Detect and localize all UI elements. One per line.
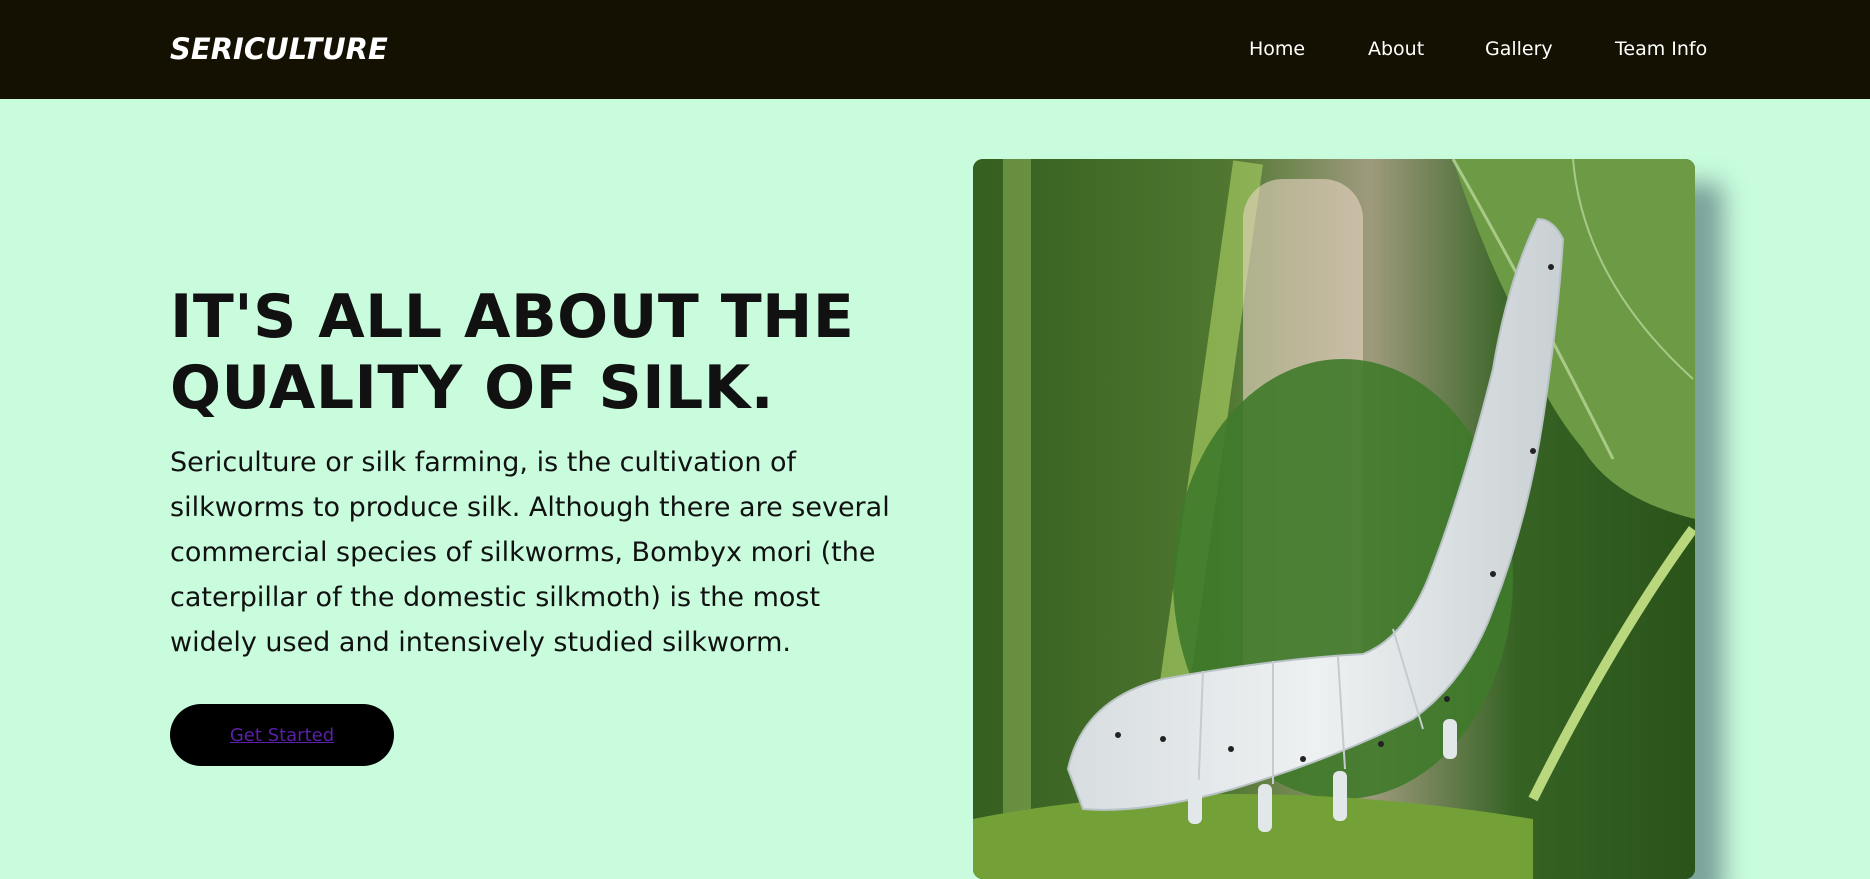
- brand-logo[interactable]: SERICULTURE: [170, 32, 388, 66]
- hero-description: Sericulture or silk farming, is the cult…: [170, 440, 910, 665]
- hero-title: IT'S ALL ABOUT THE QUALITY OF SILK.: [170, 282, 930, 424]
- hero-description-line: commercial species of silkworms, Bombyx …: [170, 537, 876, 568]
- navbar: SERICULTURE Home About Gallery Team Info: [0, 0, 1870, 99]
- nav-link-home[interactable]: Home: [1249, 38, 1305, 60]
- get-started-button[interactable]: Get Started: [170, 704, 394, 766]
- silkworm-illustration: [973, 159, 1695, 879]
- hero-description-line: silkworms to produce silk. Although ther…: [170, 492, 890, 523]
- nav-link-about[interactable]: About: [1368, 38, 1424, 60]
- hero-title-line-2: QUALITY OF SILK.: [170, 353, 775, 423]
- hero-description-line: Sericulture or silk farming, is the cult…: [170, 447, 797, 478]
- hero-description-line: widely used and intensively studied silk…: [170, 627, 791, 658]
- silkworm-photo: [973, 159, 1695, 879]
- nav-link-team-info[interactable]: Team Info: [1615, 38, 1707, 60]
- hero-description-line: caterpillar of the domestic silkmoth) is…: [170, 582, 821, 613]
- hero-title-line-1: IT'S ALL ABOUT THE: [170, 282, 855, 352]
- nav-link-gallery[interactable]: Gallery: [1485, 38, 1553, 60]
